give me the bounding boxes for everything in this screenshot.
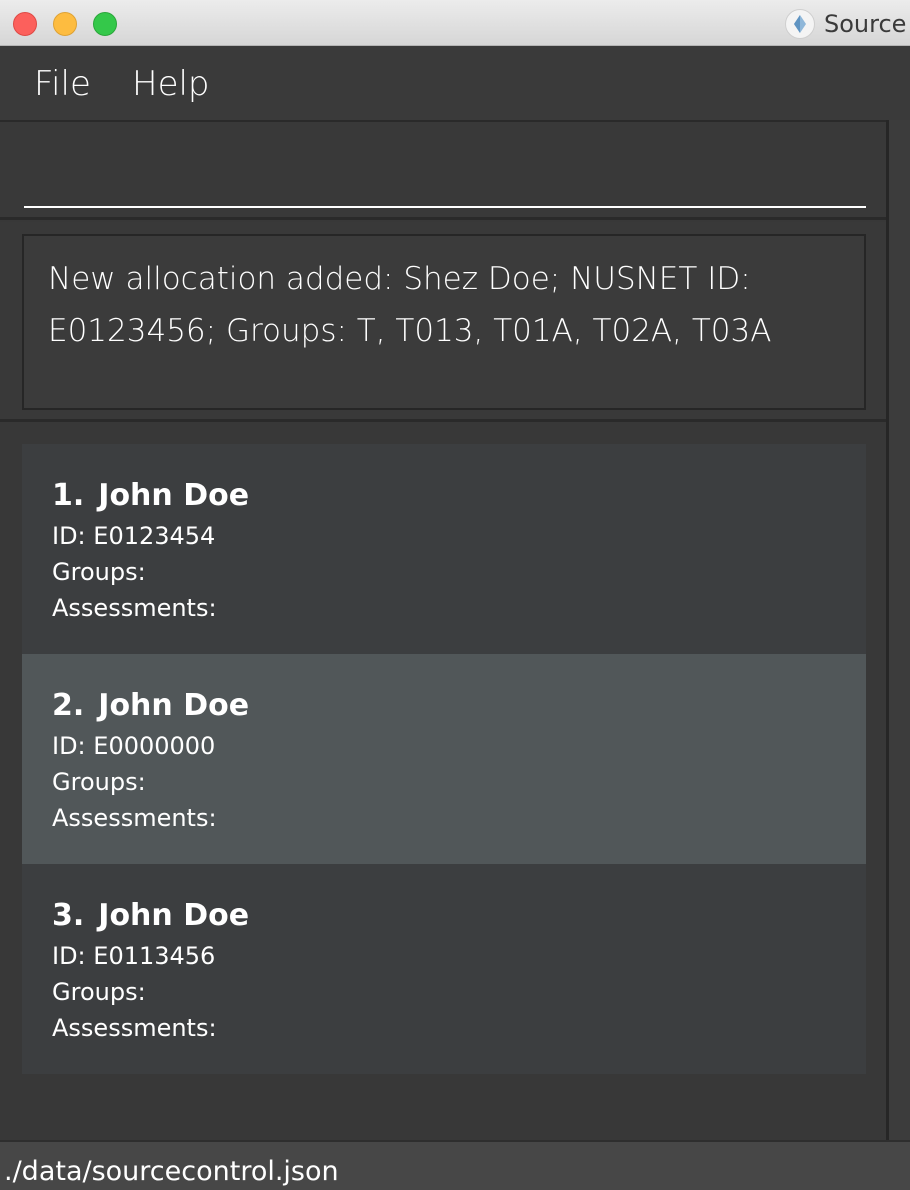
maximize-window-button[interactable] <box>93 12 117 36</box>
student-name-line: 1. John Doe <box>52 478 249 513</box>
student-name: John Doe <box>98 898 250 933</box>
student-card[interactable]: 1. John Doe ID: E0123454 Groups: Assessme… <box>22 444 866 654</box>
menu-help[interactable]: Help <box>132 64 210 104</box>
student-index: 1. <box>52 478 85 513</box>
menu-file[interactable]: File <box>34 64 91 104</box>
window-title: Source <box>824 10 907 38</box>
close-window-button[interactable] <box>13 12 37 36</box>
student-index: 2. <box>52 688 85 723</box>
student-name-line: 3. John Doe <box>52 898 249 933</box>
student-id: ID: E0123454 <box>52 522 216 550</box>
command-input[interactable] <box>24 150 866 208</box>
minimize-window-button[interactable] <box>53 12 77 36</box>
menu-bar: File Help <box>0 46 910 120</box>
window-titlebar: Source <box>0 0 910 46</box>
student-id: ID: E0000000 <box>52 732 216 760</box>
student-name: John Doe <box>98 688 250 723</box>
student-groups: Groups: <box>52 558 146 586</box>
window-edge <box>889 120 910 1140</box>
student-assessments: Assessments: <box>52 1014 217 1042</box>
app-logo-icon <box>785 9 815 39</box>
student-name: John Doe <box>98 478 250 513</box>
student-groups: Groups: <box>52 978 146 1006</box>
student-card[interactable]: 3. John Doe ID: E0113456 Groups: Assessme… <box>22 864 866 1074</box>
result-message: New allocation added: Shez Doe; NUSNET I… <box>48 261 772 349</box>
student-index: 3. <box>52 898 85 933</box>
student-assessments: Assessments: <box>52 804 217 832</box>
student-groups: Groups: <box>52 768 146 796</box>
student-name-line: 2. John Doe <box>52 688 249 723</box>
status-file-path: ./data/sourcecontrol.json <box>4 1156 339 1187</box>
student-id: ID: E0113456 <box>52 942 216 970</box>
student-card-selected[interactable]: 2. John Doe ID: E0000000 Groups: Assessme… <box>22 654 866 864</box>
student-assessments: Assessments: <box>52 594 217 622</box>
